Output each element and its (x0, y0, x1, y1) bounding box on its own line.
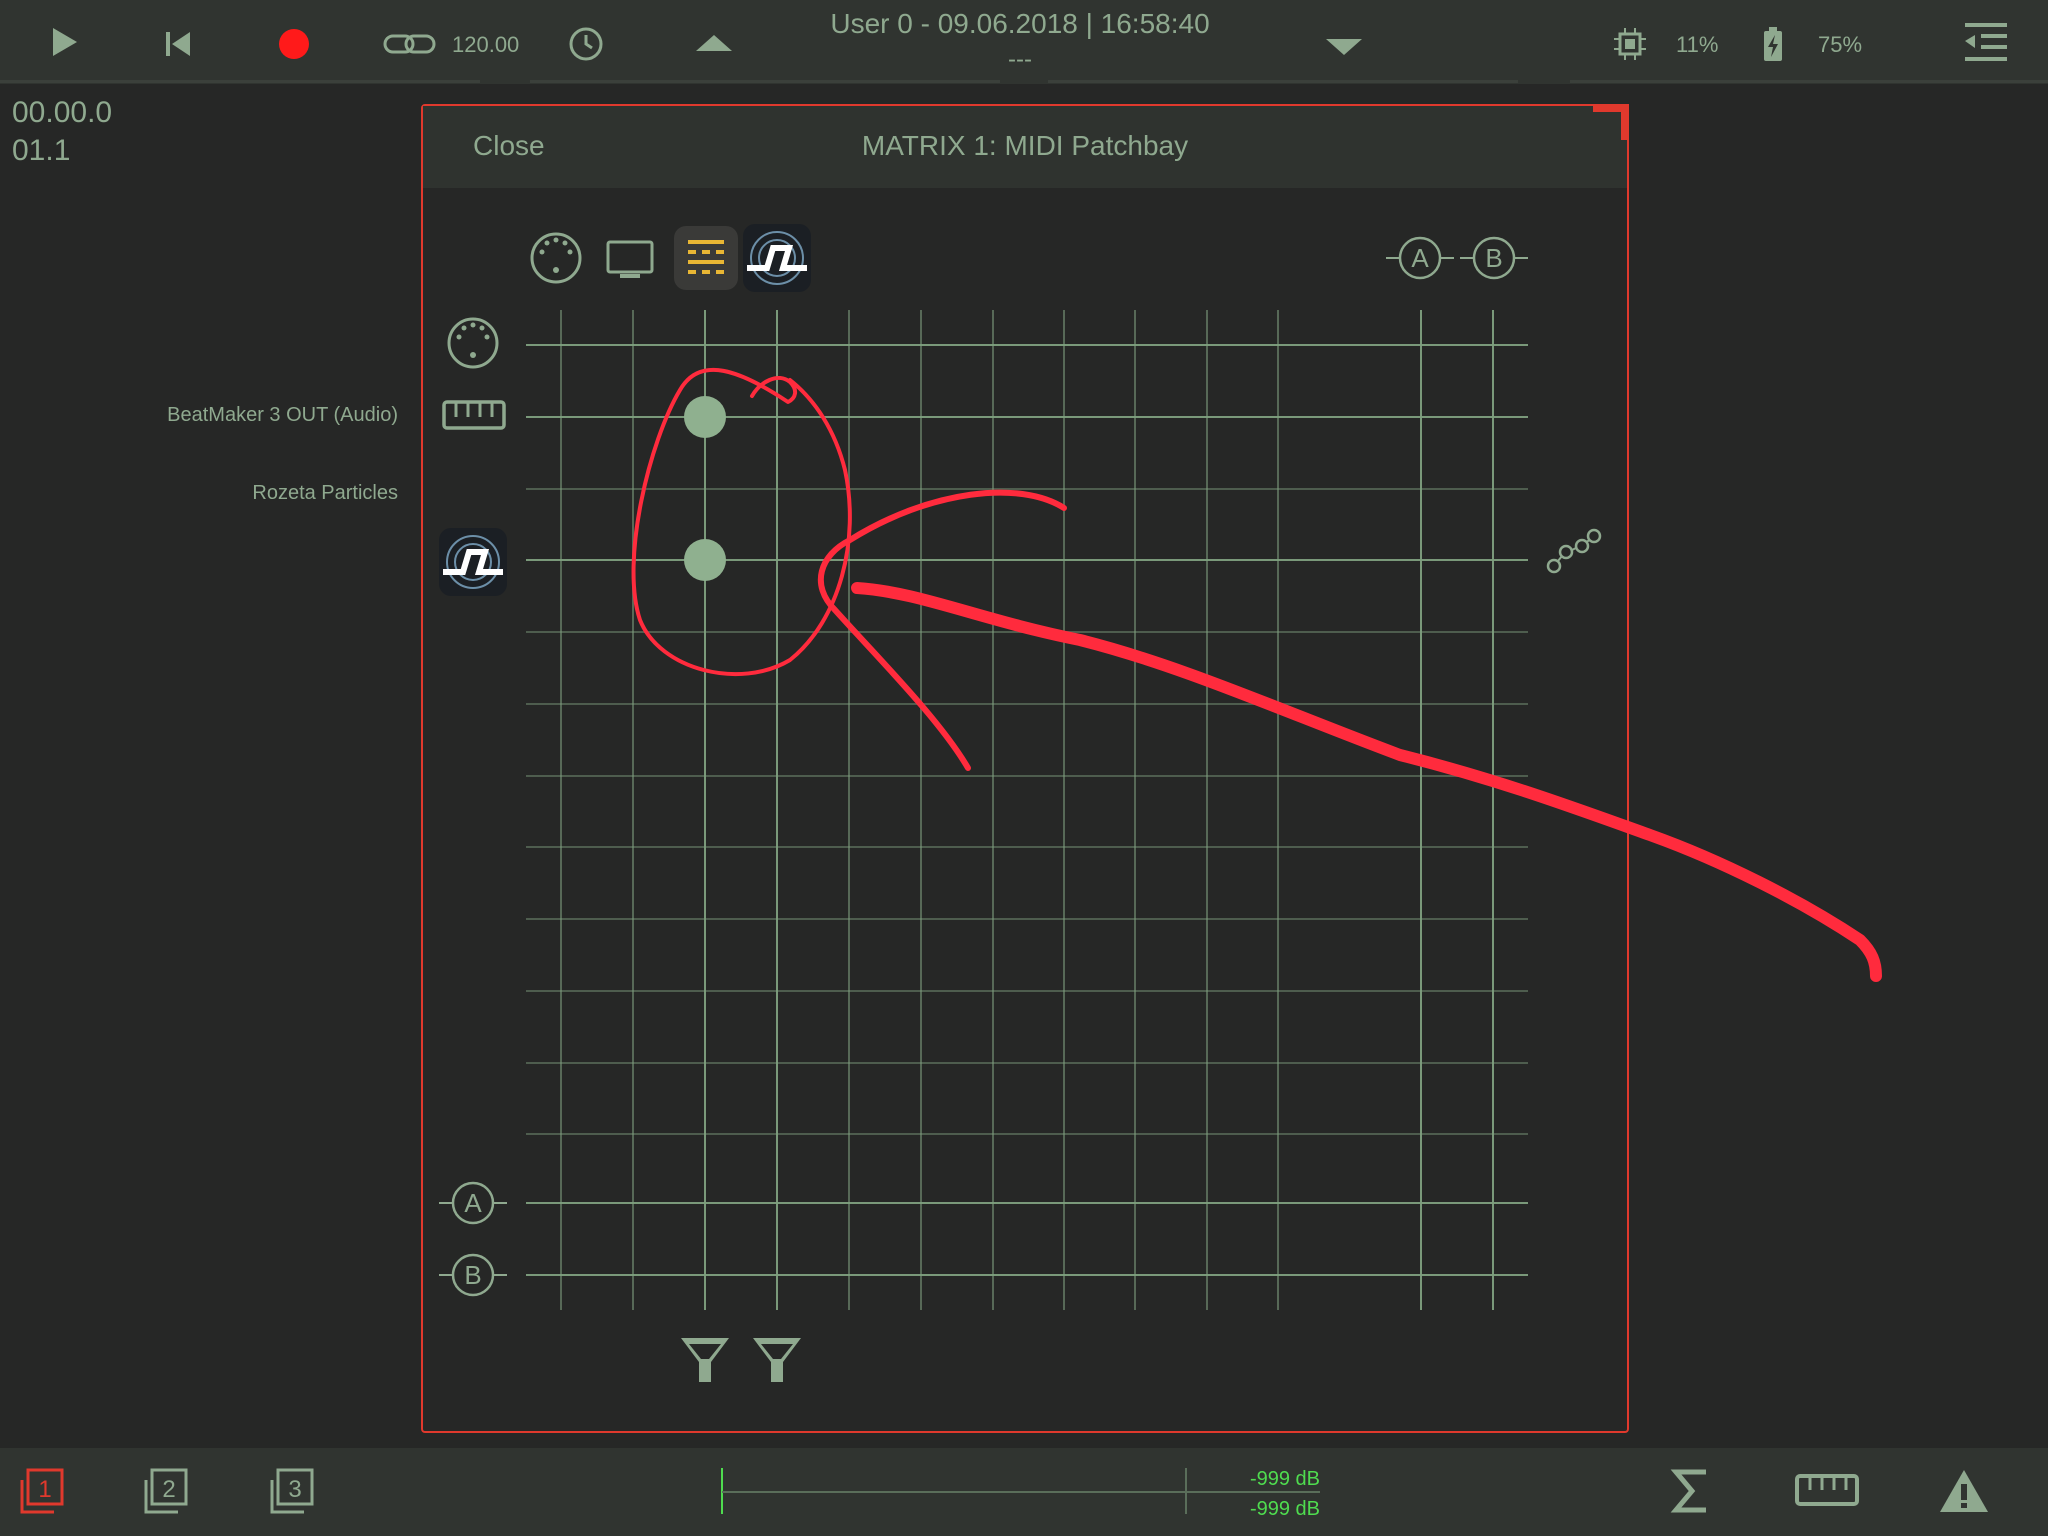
svg-text:1: 1 (38, 1476, 51, 1503)
connection-node[interactable] (684, 539, 726, 581)
svg-text:A: A (464, 1188, 482, 1218)
layer-2-icon[interactable]: 2 (140, 1466, 190, 1516)
sigma-icon[interactable] (1670, 1466, 1714, 1516)
rozeta-row-icon[interactable] (439, 528, 507, 596)
filter-icon[interactable] (681, 1338, 729, 1382)
svg-text:B: B (464, 1260, 481, 1290)
bottom-toolbar: 1 2 3 -999 dB -999 dB (0, 1448, 2048, 1536)
bus-b-left[interactable]: B (439, 1253, 507, 1297)
svg-text:3: 3 (288, 1476, 301, 1503)
keyboard-icon[interactable] (1794, 1470, 1860, 1510)
midi-port-row-icon[interactable] (447, 317, 499, 369)
patchbay-matrix: A B A B (439, 224, 1882, 1382)
screen-icon[interactable] (606, 240, 654, 278)
red-annotation (631, 367, 1882, 982)
matrix-grid (526, 310, 1528, 1310)
rozeta-app-icon[interactable] (743, 224, 811, 292)
svg-text:A: A (1411, 243, 1429, 273)
bus-a-left[interactable]: A (439, 1181, 507, 1225)
beatmaker-app-icon[interactable] (674, 226, 738, 290)
layer-1-icon[interactable]: 1 (16, 1466, 66, 1516)
db-bottom: -999 dB (1249, 1498, 1320, 1520)
bus-a-top[interactable]: A (1386, 236, 1454, 280)
midi-port-icon[interactable] (530, 232, 582, 284)
warning-icon[interactable] (1938, 1468, 1990, 1514)
db-top: -999 dB (1249, 1468, 1320, 1490)
level-meter (720, 1466, 1320, 1516)
svg-text:2: 2 (162, 1476, 175, 1503)
svg-text:B: B (1485, 243, 1502, 273)
layer-3-icon[interactable]: 3 (266, 1466, 316, 1516)
filter-icon[interactable] (753, 1338, 801, 1382)
connection-node[interactable] (684, 396, 726, 438)
keyboard-row-icon[interactable] (442, 400, 506, 430)
bus-b-top[interactable]: B (1460, 236, 1528, 280)
routing-nodes-icon[interactable] (1546, 528, 1602, 574)
